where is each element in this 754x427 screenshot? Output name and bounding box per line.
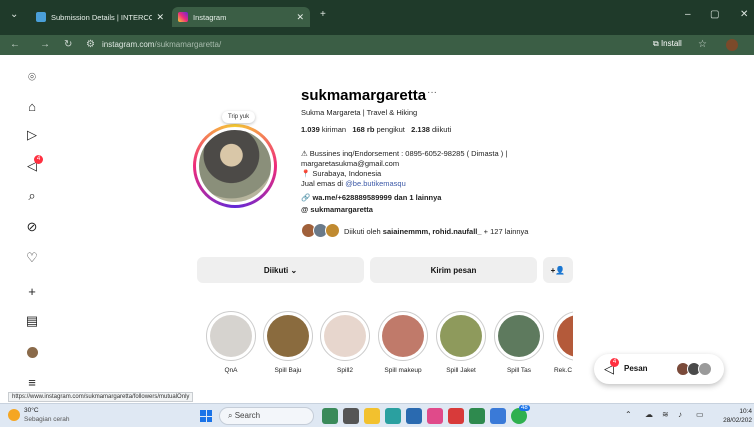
mention-link[interactable]: @be.butikemasqu (345, 179, 406, 188)
link-icon: 🔗 (301, 193, 311, 202)
highlight-item[interactable]: Spill Baju (263, 311, 313, 374)
reload-icon[interactable]: ↻ (64, 39, 72, 50)
tab-title: Submission Details | INTERCON: (51, 12, 153, 22)
close-tab-icon[interactable]: ✕ (156, 12, 164, 23)
dashboard-icon[interactable]: ▤ (24, 313, 40, 329)
close-window-icon[interactable]: ✕ (740, 9, 748, 20)
profile-full-name: Sukma Margareta | Travel & Hiking (301, 108, 418, 117)
tab-title: Instagram (193, 12, 227, 22)
message-avatar (698, 362, 712, 376)
new-tab-icon[interactable]: + (320, 9, 326, 20)
intercon-favicon-icon (36, 12, 46, 22)
followed-by-text[interactable]: Diikuti oleh saiainemmm, rohid.naufall_ … (344, 227, 528, 236)
heart-icon[interactable]: ♡ (24, 250, 40, 266)
following-button[interactable]: Diikuti ⌄ (197, 257, 364, 283)
task-view-icon[interactable] (343, 408, 359, 424)
mutual-follower-avatar (325, 223, 340, 238)
instagram-icon[interactable]: ⌾ (24, 69, 40, 85)
site-info-icon[interactable]: ⚙ (86, 39, 95, 50)
battery-icon[interactable]: ▭ (696, 410, 704, 419)
highlight-item[interactable]: Spill Jaket (436, 311, 486, 374)
posts-label: kiriman (321, 125, 347, 134)
app-icon[interactable] (448, 408, 464, 424)
bookmark-star-icon[interactable]: ☆ (698, 39, 707, 50)
profile-avatar[interactable] (193, 124, 277, 208)
highlight-item[interactable]: QnA (206, 311, 256, 374)
create-icon[interactable]: + (24, 283, 40, 299)
cloud-icon[interactable]: ☁ (645, 410, 653, 419)
instagram-favicon-icon (178, 12, 188, 22)
profile-avatar-icon[interactable] (726, 39, 738, 51)
store-icon[interactable] (406, 408, 422, 424)
bio-line: ⚠ Bussines inq/Endorsement : 0895-6052-9… (301, 149, 508, 158)
weather-icon (8, 409, 20, 421)
message-button[interactable]: Kirim pesan (370, 257, 537, 283)
highlight-item[interactable]: Spill makeup (378, 311, 428, 374)
profile-username: sukmamargaretta (301, 87, 427, 104)
following-label[interactable]: diikuti (432, 125, 451, 134)
address-bar: ← → ↻ ⚙ instagram.com/sukmamargaretta/ ⧉… (0, 35, 754, 55)
start-button[interactable] (200, 410, 212, 422)
more-options-icon[interactable]: ··· (427, 87, 437, 98)
tray-overflow-icon[interactable]: ⌃ (625, 410, 632, 419)
messages-label: Pesan (624, 364, 648, 373)
threads-icon: @ (301, 205, 309, 214)
highlight-item[interactable]: Spill2 (320, 311, 370, 374)
tab-search-icon[interactable]: ⌄ (10, 9, 18, 20)
minimize-icon[interactable]: – (685, 9, 691, 20)
profile-icon[interactable] (24, 344, 40, 360)
messages-badge: 4 (610, 358, 619, 367)
bio-line: margaretasukma@gmail.com (301, 159, 400, 168)
taskbar: 30°C Sebagian cerah ⌕ Search 48 ⌃ ☁ ≋ ♪ ▭… (0, 403, 754, 427)
bio-line: Jual emas di @be.butikemasqu (301, 179, 406, 188)
reels-icon[interactable]: ▷ (24, 127, 40, 143)
home-icon[interactable]: ⌂ (24, 98, 40, 114)
highlight-item[interactable]: Spill Tas (494, 311, 544, 374)
chrome-icon[interactable] (469, 408, 485, 424)
status-bar-url: https://www.instagram.com/sukmamargarett… (8, 392, 194, 402)
app-icon[interactable] (490, 408, 506, 424)
followers-label[interactable]: pengikut (377, 125, 405, 134)
volume-icon[interactable]: ♪ (678, 410, 682, 419)
avatar-photo (196, 127, 274, 205)
menu-icon[interactable]: ≡ (24, 374, 40, 390)
bio-line: 📍 Surabaya, Indonesia (301, 169, 382, 178)
explore-icon[interactable]: ⊘ (24, 219, 40, 235)
profile-note[interactable]: Trip yuk (222, 111, 256, 123)
clock[interactable]: 10:4 28/02/202 (718, 407, 752, 425)
external-link[interactable]: 🔗 wa.me/+628889589999 dan 1 lainnya (301, 193, 441, 202)
wifi-icon[interactable]: ≋ (662, 410, 669, 419)
posts-count: 1.039 (301, 125, 320, 134)
whatsapp-badge: 48 (519, 405, 530, 411)
widgets-icon[interactable] (322, 408, 338, 424)
url-field[interactable]: instagram.com/sukmamargaretta/ (102, 40, 221, 49)
weather-widget[interactable]: 30°C Sebagian cerah (24, 406, 70, 424)
close-tab-icon[interactable]: ✕ (296, 12, 304, 23)
notification-badge: 4 (34, 155, 43, 164)
following-count[interactable]: 2.138 (411, 125, 430, 134)
tab-submission-details[interactable]: Submission Details | INTERCON: ✕ (30, 7, 170, 27)
highlight-item[interactable]: Rek.C (553, 311, 573, 374)
threads-link[interactable]: @ sukmamargaretta (301, 205, 373, 214)
back-icon[interactable]: ← (10, 39, 20, 50)
suggest-person-button[interactable]: +👤 (543, 257, 573, 283)
search-icon[interactable]: ⌕ (24, 188, 40, 204)
forward-icon[interactable]: → (40, 39, 50, 50)
messages-button[interactable]: ◁ 4 Pesan (594, 354, 724, 384)
followers-count[interactable]: 168 rb (352, 125, 374, 134)
install-app-button[interactable]: ⧉ Install (653, 39, 682, 49)
profile-stats: 1.039 kiriman 168 rb pengikut 2.138 diik… (301, 125, 451, 134)
file-explorer-icon[interactable] (364, 408, 380, 424)
maximize-icon[interactable]: ▢ (710, 9, 719, 20)
browser-tab-bar: ⌄ Submission Details | INTERCON: ✕ Insta… (0, 0, 754, 35)
app-icon[interactable] (427, 408, 443, 424)
edge-icon[interactable] (385, 408, 401, 424)
tab-instagram[interactable]: Instagram ✕ (172, 7, 310, 27)
taskbar-search[interactable]: ⌕ Search (219, 407, 314, 425)
